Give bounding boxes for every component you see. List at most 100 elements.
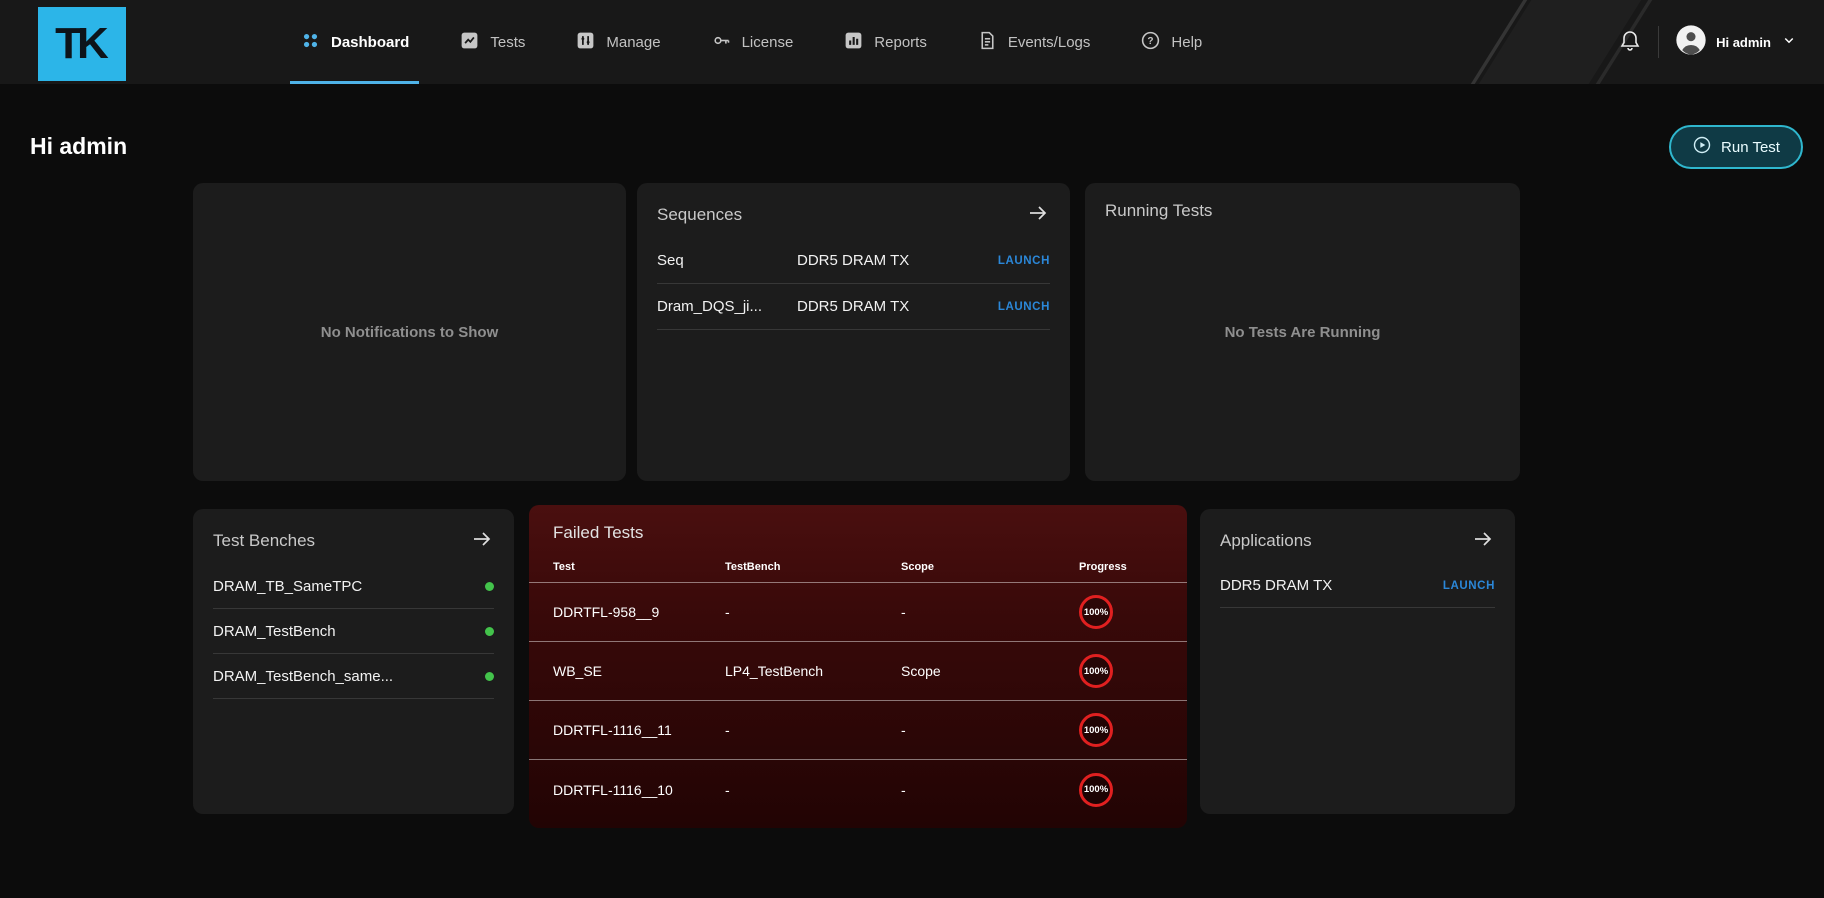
failed-test-scope: Scope bbox=[901, 663, 1079, 679]
sequence-application: DDR5 DRAM TX bbox=[797, 298, 998, 315]
test-bench-row[interactable]: DRAM_TestBench_same... bbox=[213, 654, 494, 699]
chevron-down-icon[interactable] bbox=[1780, 31, 1798, 54]
failed-tests-card-header: Failed Tests bbox=[529, 505, 1187, 551]
nav-label: Manage bbox=[606, 34, 660, 51]
failed-test-row[interactable]: DDRTFL-1116__11 - - 100% bbox=[529, 701, 1187, 760]
arrow-right-icon bbox=[470, 527, 494, 554]
user-menu[interactable]: Hi admin bbox=[1675, 24, 1798, 61]
column-header-test: Test bbox=[553, 561, 725, 573]
dashboard-grid-icon bbox=[300, 30, 321, 55]
tests-chart-icon bbox=[459, 30, 480, 55]
nav-label: Reports bbox=[874, 34, 927, 51]
applications-title: Applications bbox=[1220, 531, 1312, 551]
sequence-row[interactable]: Dram_DQS_ji... DDR5 DRAM TX LAUNCH bbox=[657, 284, 1050, 330]
reports-icon bbox=[843, 30, 864, 55]
run-test-label: Run Test bbox=[1721, 139, 1780, 156]
test-bench-row[interactable]: DRAM_TB_SameTPC bbox=[213, 564, 494, 609]
app-logo[interactable]: TK bbox=[38, 7, 126, 81]
header-right-cluster: Hi admin bbox=[1618, 0, 1798, 84]
application-row[interactable]: DDR5 DRAM TX LAUNCH bbox=[1220, 564, 1495, 608]
arrow-right-icon bbox=[1471, 527, 1495, 554]
failed-tests-table-header: Test TestBench Scope Progress bbox=[529, 551, 1187, 583]
failed-tests-title: Failed Tests bbox=[553, 523, 643, 543]
nav-item-help[interactable]: ? Help bbox=[1140, 0, 1202, 84]
bell-icon bbox=[1618, 29, 1642, 56]
nav-item-reports[interactable]: Reports bbox=[843, 0, 927, 84]
events-logs-icon bbox=[977, 30, 998, 55]
column-header-testbench: TestBench bbox=[725, 561, 901, 573]
sequence-name: Dram_DQS_ji... bbox=[657, 298, 797, 315]
failed-test-testbench: - bbox=[725, 722, 901, 738]
sequences-card-header: Sequences bbox=[637, 183, 1070, 238]
nav-label: Tests bbox=[490, 34, 525, 51]
failed-test-name: DDRTFL-1116__11 bbox=[553, 722, 725, 738]
svg-text:?: ? bbox=[1148, 36, 1154, 47]
sequences-card: Sequences Seq DDR5 DRAM TX LAUNCH Dram_D… bbox=[637, 183, 1070, 481]
user-avatar bbox=[1675, 24, 1707, 61]
screen: TK Dashboard Tests Manage bbox=[0, 0, 1824, 898]
sequence-row[interactable]: Seq DDR5 DRAM TX LAUNCH bbox=[657, 238, 1050, 284]
failed-test-scope: - bbox=[901, 722, 1079, 738]
failed-test-scope: - bbox=[901, 604, 1079, 620]
failed-test-testbench: - bbox=[725, 782, 901, 798]
test-bench-name: DRAM_TestBench_same... bbox=[213, 668, 393, 685]
test-benches-card: Test Benches DRAM_TB_SameTPC DRAM_TestBe… bbox=[193, 509, 514, 814]
user-greeting-label: Hi admin bbox=[1716, 35, 1771, 50]
status-online-dot bbox=[485, 627, 494, 636]
sequences-title: Sequences bbox=[657, 205, 742, 225]
nav-item-dashboard[interactable]: Dashboard bbox=[300, 0, 409, 84]
header-divider bbox=[1658, 26, 1659, 58]
progress-ring: 100% bbox=[1079, 595, 1113, 629]
header-decoration bbox=[1479, 0, 1641, 84]
failed-test-testbench: LP4_TestBench bbox=[725, 663, 901, 679]
nav-item-events-logs[interactable]: Events/Logs bbox=[977, 0, 1091, 84]
nav-item-tests[interactable]: Tests bbox=[459, 0, 525, 84]
failed-test-name: DDRTFL-1116__10 bbox=[553, 782, 725, 798]
nav-item-manage[interactable]: Manage bbox=[575, 0, 660, 84]
failed-test-row[interactable]: DDRTFL-1116__10 - - 100% bbox=[529, 760, 1187, 819]
test-benches-open-all-button[interactable] bbox=[470, 527, 494, 554]
column-header-scope: Scope bbox=[901, 561, 1079, 573]
notifications-bell-button[interactable] bbox=[1618, 29, 1642, 56]
progress-ring: 100% bbox=[1079, 773, 1113, 807]
nav-label: Help bbox=[1171, 34, 1202, 51]
applications-open-all-button[interactable] bbox=[1471, 527, 1495, 554]
progress-ring: 100% bbox=[1079, 654, 1113, 688]
app-logo-text: TK bbox=[55, 19, 109, 69]
test-bench-name: DRAM_TestBench bbox=[213, 623, 336, 640]
running-tests-empty-text: No Tests Are Running bbox=[1085, 183, 1520, 481]
license-key-icon bbox=[711, 30, 732, 55]
test-benches-card-header: Test Benches bbox=[193, 509, 514, 564]
status-online-dot bbox=[485, 582, 494, 591]
nav-label: Events/Logs bbox=[1008, 34, 1091, 51]
manage-icon bbox=[575, 30, 596, 55]
failed-test-name: DDRTFL-958__9 bbox=[553, 604, 725, 620]
application-name: DDR5 DRAM TX bbox=[1220, 577, 1332, 594]
test-bench-row[interactable]: DRAM_TestBench bbox=[213, 609, 494, 654]
top-nav-bar: TK Dashboard Tests Manage bbox=[0, 0, 1824, 84]
running-tests-card: Running Tests No Tests Are Running bbox=[1085, 183, 1520, 481]
sequence-launch-button[interactable]: LAUNCH bbox=[998, 301, 1050, 313]
sequences-open-all-button[interactable] bbox=[1026, 201, 1050, 228]
status-online-dot bbox=[485, 672, 494, 681]
applications-card: Applications DDR5 DRAM TX LAUNCH bbox=[1200, 509, 1515, 814]
notifications-empty-text: No Notifications to Show bbox=[193, 183, 626, 481]
failed-test-row[interactable]: DDRTFL-958__9 - - 100% bbox=[529, 583, 1187, 642]
help-icon: ? bbox=[1140, 30, 1161, 55]
failed-tests-card: Failed Tests Test TestBench Scope Progre… bbox=[529, 505, 1187, 828]
application-launch-button[interactable]: LAUNCH bbox=[1443, 580, 1495, 592]
test-benches-title: Test Benches bbox=[213, 531, 315, 551]
nav-item-license[interactable]: License bbox=[711, 0, 794, 84]
run-test-button[interactable]: Run Test bbox=[1669, 125, 1803, 169]
sequence-launch-button[interactable]: LAUNCH bbox=[998, 255, 1050, 267]
column-header-progress: Progress bbox=[1079, 561, 1163, 573]
failed-test-testbench: - bbox=[725, 604, 901, 620]
nav-label: Dashboard bbox=[331, 34, 409, 51]
failed-test-row[interactable]: WB_SE LP4_TestBench Scope 100% bbox=[529, 642, 1187, 701]
main-nav: Dashboard Tests Manage License bbox=[300, 0, 1202, 84]
failed-test-scope: - bbox=[901, 782, 1079, 798]
progress-ring: 100% bbox=[1079, 713, 1113, 747]
applications-card-header: Applications bbox=[1200, 509, 1515, 564]
arrow-right-icon bbox=[1026, 201, 1050, 228]
notifications-card: No Notifications to Show bbox=[193, 183, 626, 481]
